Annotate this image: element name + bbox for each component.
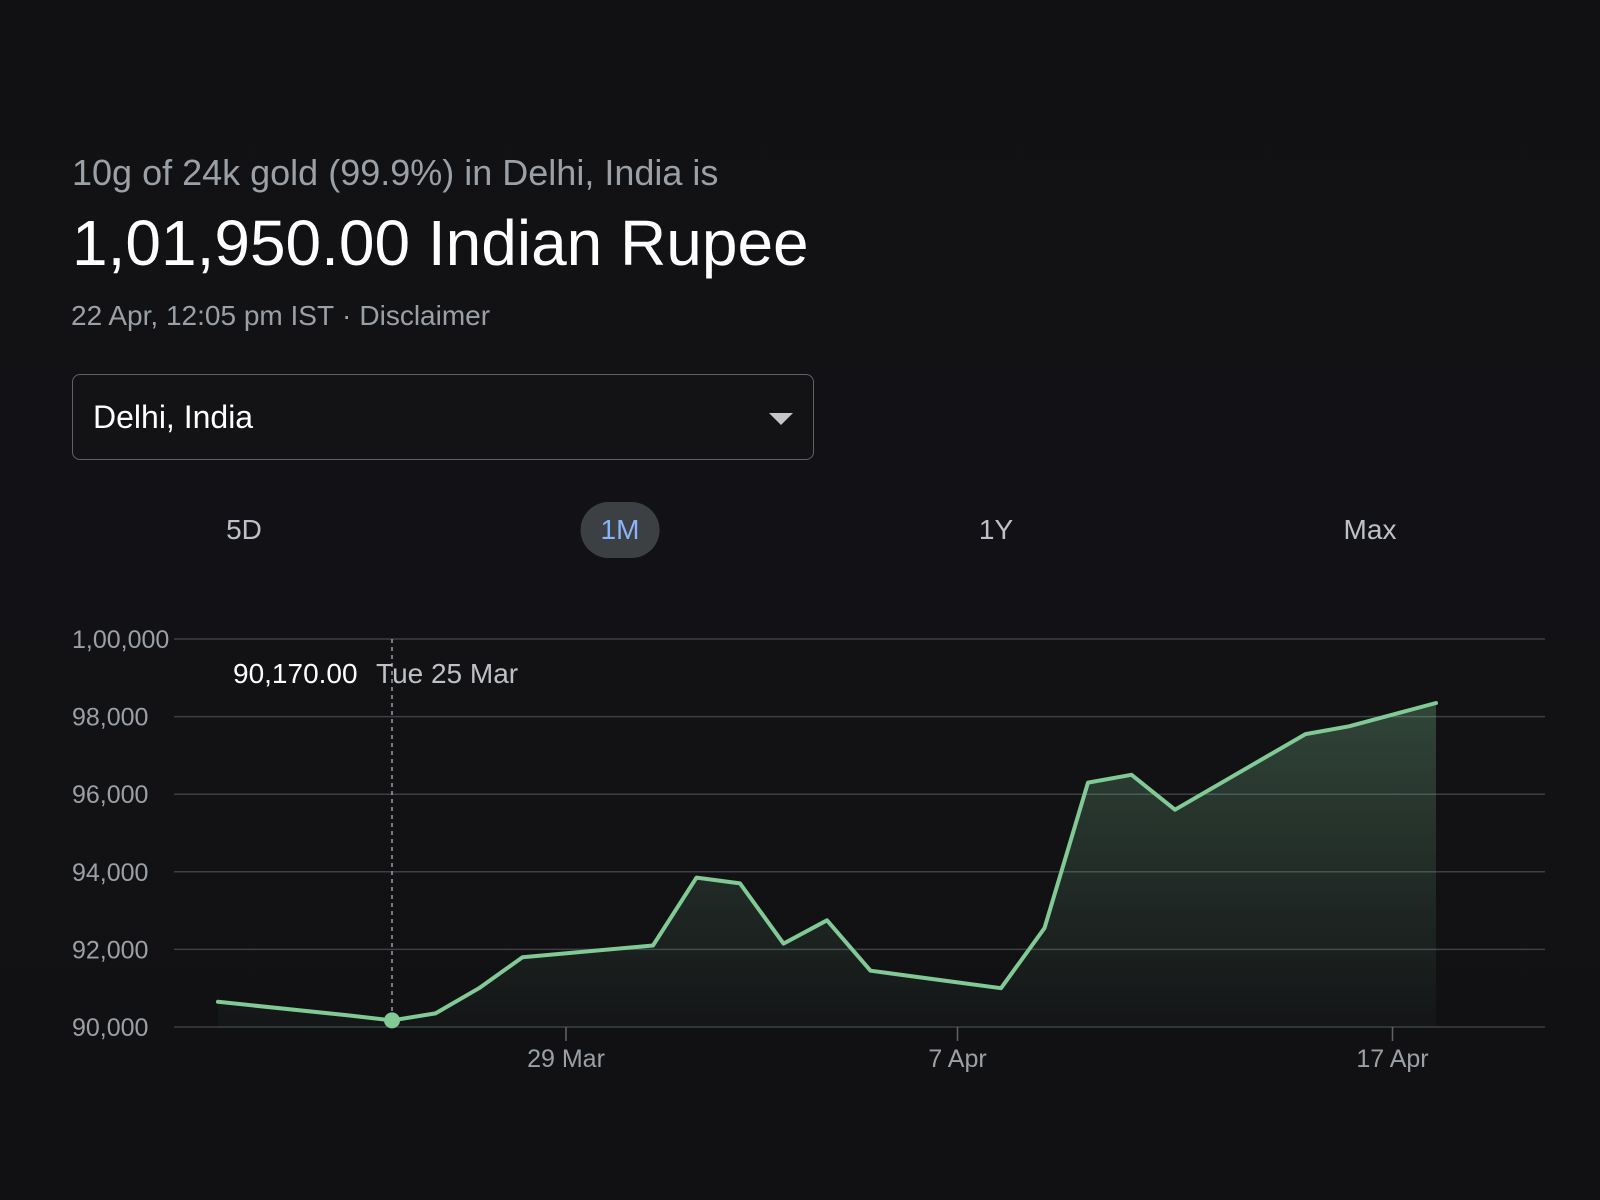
y-tick-label: 94,000 xyxy=(72,859,148,887)
chevron-down-icon xyxy=(769,413,793,425)
range-tabs: 5D 1M 1Y Max xyxy=(72,502,1552,558)
y-tick-label: 92,000 xyxy=(72,936,148,964)
location-select-value: Delhi, India xyxy=(93,399,254,435)
series-line xyxy=(216,701,1438,1023)
tab-1y[interactable]: 1Y xyxy=(959,502,1033,558)
price-value: 1,01,950.00 Indian Rupee xyxy=(72,207,809,279)
y-tick-label: 1,00,000 xyxy=(72,626,169,654)
price-subtitle: 10g of 24k gold (99.9%) in Delhi, India … xyxy=(72,152,719,193)
x-tick-label: 7 Apr xyxy=(928,1045,986,1073)
y-tick-label: 96,000 xyxy=(72,781,148,809)
tab-5d[interactable]: 5D xyxy=(206,502,282,558)
price-meta: 22 Apr, 12:05 pm IST · Disclaimer xyxy=(71,300,490,332)
location-select[interactable]: Delhi, India xyxy=(72,374,814,460)
meta-separator: · xyxy=(342,300,352,331)
y-tick-label: 98,000 xyxy=(72,704,148,732)
tab-max[interactable]: Max xyxy=(1324,502,1417,558)
x-tick-label: 17 Apr xyxy=(1356,1045,1428,1073)
price-timestamp: 22 Apr, 12:05 pm IST xyxy=(71,300,335,331)
series-area xyxy=(218,703,1436,1027)
x-tick-label: 29 Mar xyxy=(527,1045,605,1073)
tooltip-value: 90,170.00 xyxy=(233,658,358,689)
tab-1m[interactable]: 1M xyxy=(580,502,660,558)
disclaimer-link[interactable]: Disclaimer xyxy=(359,300,490,331)
gold-price-card: 10g of 24k gold (99.9%) in Delhi, India … xyxy=(0,0,1600,1200)
tooltip-date: Tue 25 Mar xyxy=(376,658,518,689)
y-tick-label: 90,000 xyxy=(72,1014,148,1042)
hover-point xyxy=(384,1012,400,1029)
